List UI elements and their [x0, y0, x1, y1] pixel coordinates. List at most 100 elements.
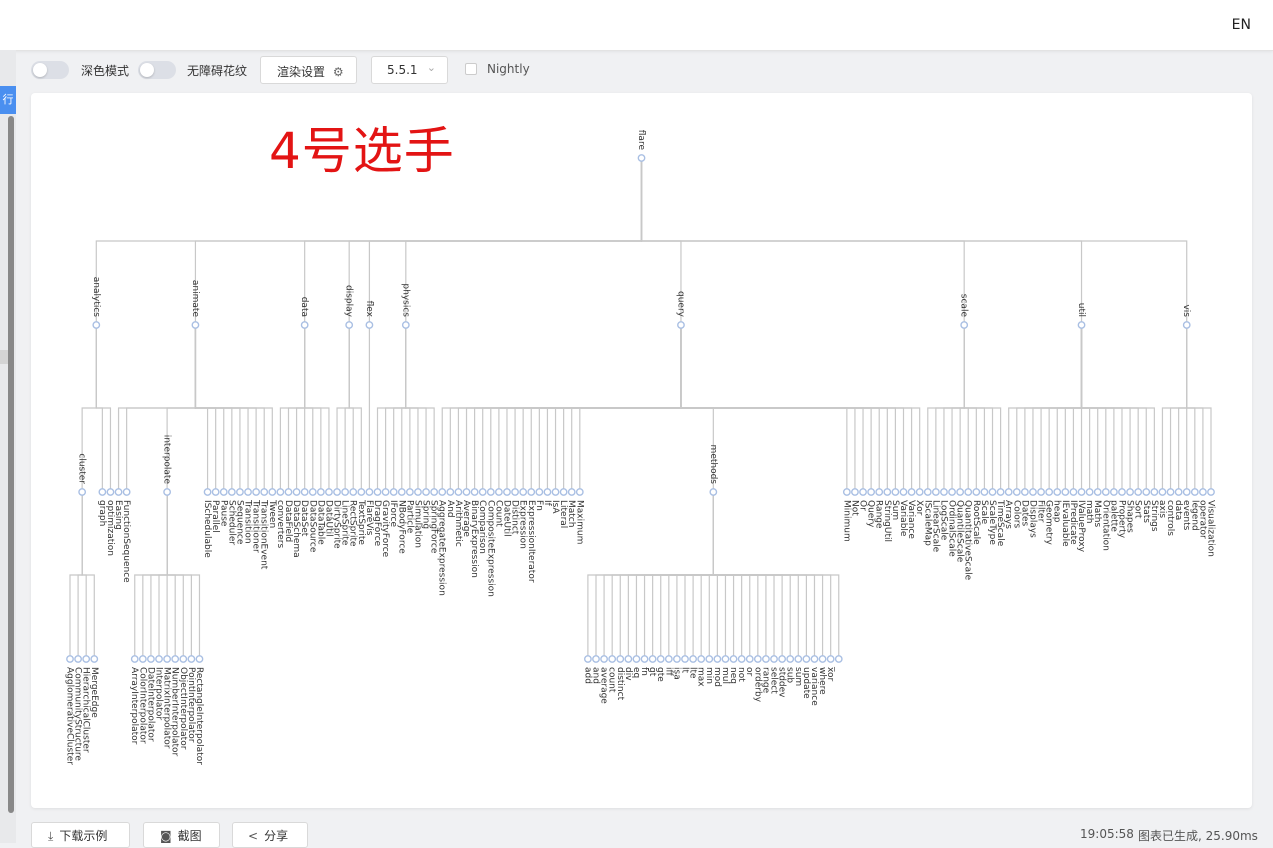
language-switch[interactable]: EN — [1232, 17, 1251, 33]
tree-link — [1178, 325, 1188, 492]
tree-node — [519, 488, 528, 496]
tree-node — [1061, 488, 1070, 496]
tree-node — [333, 488, 341, 496]
tree-link — [712, 492, 840, 659]
tree-node — [503, 488, 511, 496]
tree-node — [616, 655, 625, 663]
tree-node — [195, 655, 204, 663]
download-icon: ⤓ — [48, 829, 54, 843]
tree-link — [344, 325, 350, 492]
top-bar: EN — [0, 0, 1273, 51]
tree-node — [709, 488, 718, 496]
tree-node-label: display — [344, 285, 354, 318]
screenshot-button[interactable]: ◙ 截图 — [143, 822, 220, 848]
tree-node-label: MergeEdge — [89, 667, 99, 718]
dark-mode-label: 深色模式 — [81, 64, 130, 78]
tree-link — [405, 158, 643, 325]
tree-node — [357, 488, 366, 496]
tree-link — [194, 325, 273, 492]
render-status: 图表已生成, 25.90ms — [1138, 829, 1258, 843]
a11y-pattern-label: 无障碍花纹 — [187, 64, 248, 78]
tree-node-label: analytics — [91, 277, 101, 318]
tree-node — [511, 488, 519, 496]
tree-node — [308, 488, 317, 496]
tree-node — [1109, 488, 1118, 496]
tree-node — [851, 488, 859, 496]
chevron-down-icon: ⌄ — [426, 61, 436, 74]
tree-node — [960, 321, 969, 329]
tree-node — [300, 488, 309, 496]
tree-node — [656, 655, 665, 663]
tree-node — [826, 655, 835, 663]
tree-node-label: Visualization — [1206, 500, 1216, 557]
tree-node — [1093, 488, 1102, 496]
tree-node — [1126, 488, 1134, 496]
tree-node — [381, 488, 390, 496]
tree-link — [708, 492, 714, 659]
tree-node — [1207, 488, 1215, 496]
download-example-button[interactable]: ⤓ 下载示例 — [31, 822, 130, 848]
tree-node — [365, 488, 374, 496]
a11y-pattern-toggle[interactable] — [138, 61, 176, 79]
tree-node — [276, 488, 285, 496]
dark-mode-toggle[interactable] — [31, 61, 69, 79]
tree-node — [624, 655, 633, 663]
tree-node — [891, 488, 900, 496]
tree-node — [155, 655, 163, 663]
run-tab[interactable]: 行 — [0, 86, 16, 114]
tree-node — [365, 321, 374, 329]
gear-icon: ⚙ — [332, 65, 344, 79]
tree-node — [268, 488, 277, 496]
tree-node — [1118, 488, 1126, 496]
tree-node — [325, 488, 333, 496]
tree-node-label: flare — [636, 130, 646, 151]
tree-node — [697, 655, 706, 663]
tree-node — [923, 488, 932, 496]
nightly-checkbox[interactable] — [465, 63, 477, 75]
tree-node — [1142, 488, 1151, 496]
tree-node — [114, 488, 123, 496]
tree-node — [401, 321, 410, 329]
tree-link — [1080, 325, 1155, 492]
tree-link — [304, 325, 330, 492]
tree-node — [681, 655, 689, 663]
tree-node — [1012, 488, 1021, 496]
tree-node — [940, 488, 948, 496]
tree-node — [907, 488, 916, 496]
tree-node — [1037, 488, 1045, 496]
tree-node — [244, 488, 252, 496]
share-button[interactable]: < 分享 — [232, 822, 308, 848]
tree-node — [996, 488, 1005, 496]
tree-node — [345, 321, 354, 329]
tree-node — [972, 488, 981, 496]
tree-node — [883, 488, 892, 496]
tree-node — [389, 488, 398, 496]
version-select[interactable]: 5.5.1 ⌄ — [371, 56, 448, 84]
tree-link — [640, 158, 1188, 325]
render-settings-button[interactable]: 渲染设置 ⚙ — [260, 56, 357, 84]
tree-node — [405, 488, 414, 496]
tree-node — [737, 655, 746, 663]
tree-node — [470, 488, 479, 496]
left-scrollbar[interactable] — [8, 116, 14, 813]
tree-node — [842, 488, 851, 496]
tree-node-label: Maximum — [574, 500, 584, 544]
tree-node — [600, 655, 608, 663]
tree-node — [689, 655, 697, 663]
tree-node-label: interpolate — [162, 435, 172, 485]
tree-link — [1072, 325, 1083, 492]
tree-node — [454, 488, 463, 496]
tree-node-label: RectangleInterpolator — [194, 667, 204, 765]
tree-node — [592, 655, 600, 663]
tree-link — [348, 325, 362, 492]
tree-node — [252, 488, 261, 496]
tree-node — [74, 655, 82, 663]
tree-node — [551, 488, 560, 496]
tree-node — [559, 488, 568, 496]
tree-node — [1029, 488, 1037, 496]
tree-node — [90, 655, 99, 663]
tree-node — [438, 488, 447, 496]
tree-node — [349, 488, 358, 496]
tree-node — [494, 488, 503, 496]
tree-node — [632, 655, 641, 663]
